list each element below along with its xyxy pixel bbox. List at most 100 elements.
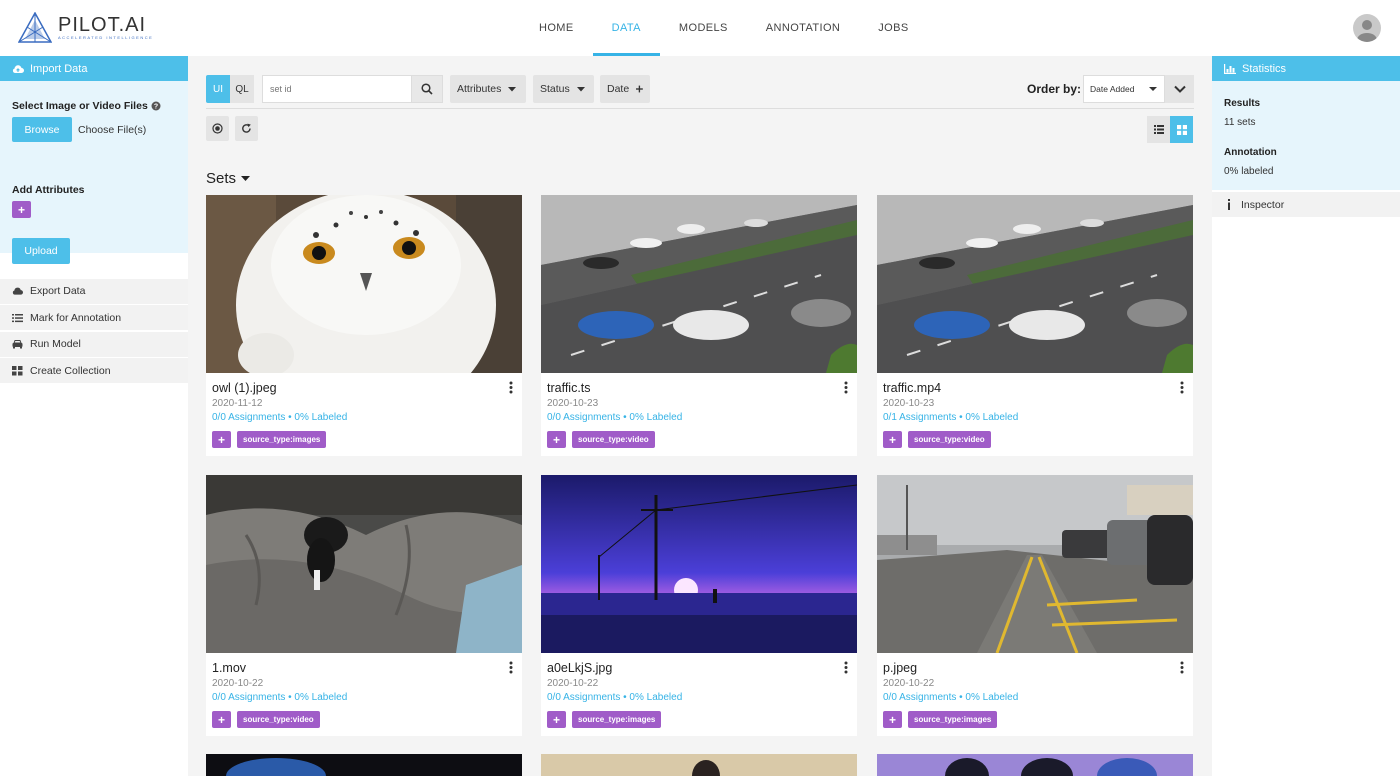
sidebar-item-mark-annotation[interactable]: Mark for Annotation [0,305,188,330]
sidebar-item-create-collection[interactable]: Create Collection [0,358,188,383]
nav-home[interactable]: HOME [520,0,593,56]
more-vertical-icon[interactable] [1180,381,1184,394]
avatar[interactable] [1353,14,1381,42]
set-title[interactable]: a0eLkjS.jpg [547,661,612,675]
sets-heading[interactable]: Sets [206,170,251,187]
chevron-down-icon [1173,85,1186,93]
order-by-label: Order by: [1027,82,1082,96]
nav-models[interactable]: MODELS [660,0,747,56]
results-value: 11 sets [1224,117,1256,128]
nav-jobs[interactable]: JOBS [859,0,927,56]
list-view-button[interactable] [1147,116,1170,143]
sets-heading-label: Sets [206,170,237,187]
annotation-heading: Annotation [1224,147,1277,158]
tag-badge[interactable]: source_type:images [908,711,998,728]
more-vertical-icon[interactable] [509,661,513,674]
top-bar: PILOT.AI ACCELERATED INTELLIGENCE HOME D… [0,0,1400,56]
add-tag-button[interactable]: + [883,711,902,728]
tag-badge[interactable]: source_type:video [908,431,991,448]
set-card[interactable]: a0eLkjS.jpg 2020-10-22 0/0 Assignments •… [541,475,857,736]
browse-button[interactable]: Browse [12,117,72,142]
set-card[interactable]: 1.mov 2020-10-22 0/0 Assignments • 0% La… [206,475,522,736]
nav-annotation[interactable]: ANNOTATION [747,0,859,56]
sidebar-item-export-data[interactable]: Export Data [0,278,188,304]
import-data-header[interactable]: Import Data [0,56,188,81]
set-card[interactable]: traffic.ts 2020-10-23 0/0 Assignments • … [541,195,857,456]
set-thumbnail[interactable] [541,195,857,373]
set-title[interactable]: 1.mov [212,661,246,675]
bar-chart-icon [1224,63,1236,74]
help-icon[interactable]: ? [151,101,161,111]
set-card[interactable]: owl (1).jpeg 2020-11-12 0/0 Assignments … [206,195,522,456]
set-card[interactable]: traffic.mp4 2020-10-23 0/1 Assignments •… [877,195,1193,456]
more-vertical-icon[interactable] [509,381,513,394]
record-button[interactable] [206,116,229,141]
create-collection-label: Create Collection [30,364,111,377]
left-panel: Import Data Select Image or Video Files … [0,56,188,776]
set-assignments[interactable]: 0/0 Assignments • 0% Labeled [547,692,682,703]
set-card[interactable] [206,754,522,776]
set-tags: + source_type:images [883,711,998,728]
tag-badge[interactable]: source_type:video [237,711,320,728]
refresh-icon [242,123,251,133]
set-thumbnail[interactable] [206,754,522,776]
filter-toolbar: UI QL Attributes Status Date Order by: D… [206,75,1194,103]
grid-view-button[interactable] [1170,116,1193,143]
mode-ql-button[interactable]: QL [230,75,254,103]
attributes-dropdown[interactable]: Attributes [450,75,526,103]
add-tag-button[interactable]: + [212,431,231,448]
set-title[interactable]: traffic.ts [547,381,591,395]
more-vertical-icon[interactable] [844,381,848,394]
set-thumbnail[interactable] [877,754,1193,776]
set-thumbnail[interactable] [541,754,857,776]
set-assignments[interactable]: 0/0 Assignments • 0% Labeled [547,412,682,423]
set-assignments[interactable]: 0/0 Assignments • 0% Labeled [883,692,1018,703]
date-filter-button[interactable]: Date [600,75,650,103]
add-tag-button[interactable]: + [883,431,902,448]
set-assignments[interactable]: 0/0 Assignments • 0% Labeled [212,692,347,703]
upload-button[interactable]: Upload [12,238,70,264]
more-vertical-icon[interactable] [1180,661,1184,674]
refresh-button[interactable] [235,116,258,141]
set-card[interactable] [877,754,1193,776]
set-assignments[interactable]: 0/0 Assignments • 0% Labeled [212,412,347,423]
set-thumbnail[interactable] [206,475,522,653]
status-label: Status [540,83,570,95]
run-model-label: Run Model [30,338,81,350]
status-dropdown[interactable]: Status [533,75,594,103]
sort-direction-button[interactable] [1165,75,1194,103]
more-vertical-icon[interactable] [844,661,848,674]
set-thumbnail[interactable] [541,475,857,653]
tag-badge[interactable]: source_type:images [237,431,327,448]
search-button[interactable] [411,75,443,103]
results-heading: Results [1224,98,1261,109]
caret-down-icon [576,86,585,91]
mode-ui-button[interactable]: UI [206,75,230,103]
add-attribute-button[interactable]: + [12,201,31,218]
set-title[interactable]: p.jpeg [883,661,917,675]
order-by-select[interactable]: Date Added [1083,75,1165,103]
import-data-label: Import Data [30,62,88,75]
search-input[interactable] [262,75,412,103]
logo[interactable]: PILOT.AI ACCELERATED INTELLIGENCE [18,12,153,44]
tag-badge[interactable]: source_type:video [572,431,655,448]
set-card[interactable]: p.jpeg 2020-10-22 0/0 Assignments • 0% L… [877,475,1193,736]
tag-badge[interactable]: source_type:images [572,711,662,728]
add-tag-button[interactable]: + [547,711,566,728]
list-view-icon [1153,125,1164,134]
nav-data[interactable]: DATA [592,0,660,56]
set-thumbnail[interactable] [206,195,522,373]
set-assignments[interactable]: 0/1 Assignments • 0% Labeled [883,412,1018,423]
set-title[interactable]: owl (1).jpeg [212,381,277,395]
add-tag-button[interactable]: + [212,711,231,728]
statistics-header[interactable]: Statistics [1212,56,1400,81]
set-thumbnail[interactable] [877,475,1193,653]
owl-image [206,195,522,373]
add-tag-button[interactable]: + [547,431,566,448]
inspector-header[interactable]: Inspector [1212,192,1400,217]
annotation-value: 0% labeled [1224,166,1274,177]
set-title[interactable]: traffic.mp4 [883,381,941,395]
sidebar-item-run-model[interactable]: Run Model [0,331,188,357]
set-card[interactable] [541,754,857,776]
set-thumbnail[interactable] [877,195,1193,373]
